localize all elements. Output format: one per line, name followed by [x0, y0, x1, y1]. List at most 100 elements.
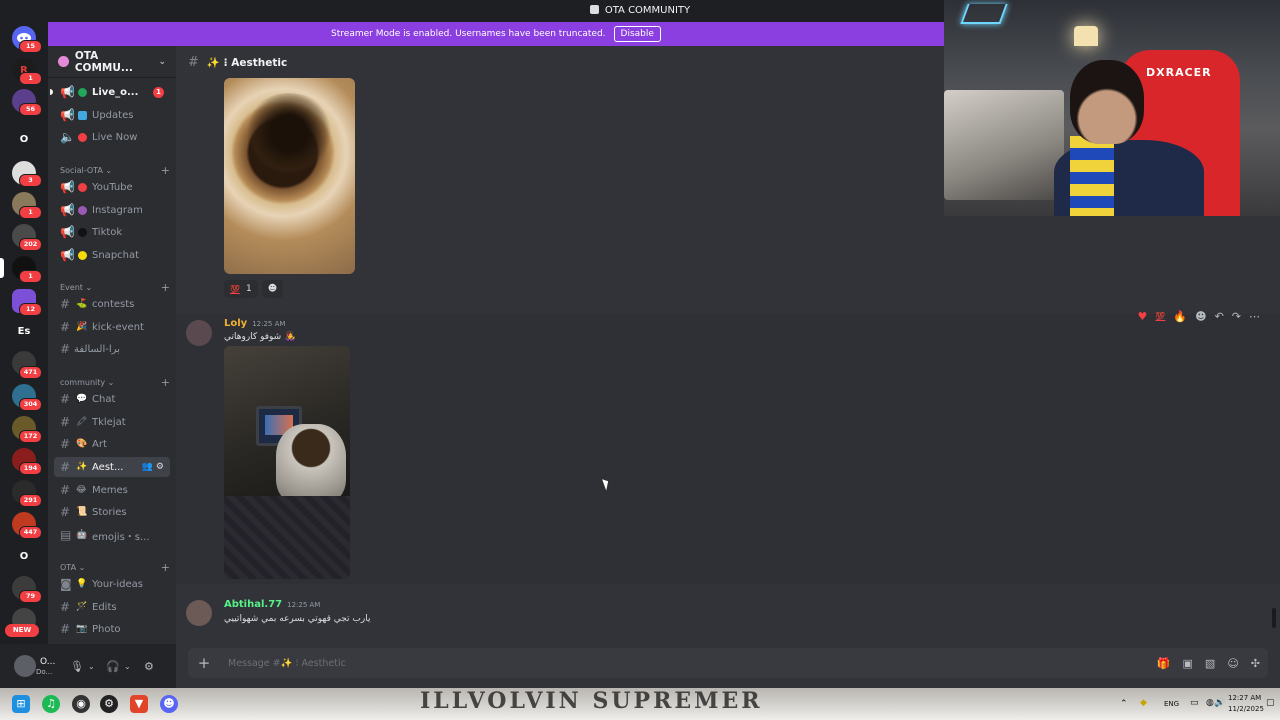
reply-icon[interactable]: ↶	[1215, 310, 1224, 323]
category-ota[interactable]: OTA ⌄ +	[60, 561, 170, 574]
user-panel: O... Do... 🎙 ⌄ 🎧 ⌄ ⚙	[0, 644, 176, 688]
tray-app-icon[interactable]: ◆	[1140, 698, 1147, 708]
coffee-laptop-image-attachment[interactable]	[224, 346, 350, 579]
fire-icon[interactable]: 🔥	[1173, 310, 1187, 323]
channel-updates[interactable]: 📢 Updates	[54, 105, 170, 125]
notifications-icon[interactable]: ▢	[1266, 698, 1275, 708]
headphones-icon[interactable]: 🎧	[106, 660, 120, 673]
clock-time[interactable]: 12:27 AM	[1228, 694, 1261, 702]
message-loly[interactable]: Loly 12:25 AM 👩‍🎤 شوفو كاروهاتي ♥ 💯 🔥 ☻ ↶…	[176, 310, 1280, 584]
network-icon[interactable]: ◍	[1206, 698, 1214, 708]
channel-your-ideas[interactable]: ◙ 💡 Your-ideas	[54, 574, 170, 594]
add-channel-icon[interactable]: +	[161, 281, 170, 294]
forward-icon[interactable]: ↷	[1232, 310, 1241, 323]
sparkles-icon: ✨	[76, 462, 88, 472]
channel-live-now[interactable]: 🔈 Live Now	[54, 127, 170, 147]
microphone-icon[interactable]: 🎙	[70, 660, 84, 673]
channel-stories[interactable]: # 📜 Stories	[54, 502, 170, 522]
gif-icon[interactable]: ▣	[1183, 657, 1193, 670]
apps-icon[interactable]: ✣	[1251, 657, 1260, 670]
more-options-icon[interactable]: ⋯	[1249, 310, 1260, 323]
chevron-up-icon[interactable]: ⌃	[1120, 699, 1128, 709]
bed-image	[944, 90, 1064, 200]
server-header[interactable]: OTA COMMU... ⌄	[48, 46, 176, 78]
server-icon	[58, 56, 69, 67]
emoji-icon[interactable]: ☺	[1227, 657, 1238, 670]
avatar[interactable]	[14, 655, 36, 677]
clock-date[interactable]: 11/2/2025	[1228, 705, 1264, 713]
channel-offtopic[interactable]: # برا-السالفة	[54, 339, 170, 359]
category-event[interactable]: Event ⌄ +	[60, 281, 170, 294]
server-icon[interactable]: O	[12, 127, 36, 151]
channel-edits[interactable]: # 🪄 Edits	[54, 597, 170, 617]
obs-icon[interactable]: ◉	[72, 695, 90, 713]
channel-instagram[interactable]: 📢 Instagram	[54, 200, 170, 220]
channel-aesthetic[interactable]: # ✨ Aest... 👥 ⚙	[54, 457, 170, 477]
sticker-icon[interactable]: ▧	[1205, 657, 1215, 670]
new-badge: NEW	[5, 624, 39, 637]
reaction-100[interactable]: 💯 1	[224, 280, 258, 298]
channel-name: برا-السالفة	[74, 343, 120, 355]
gear-icon[interactable]: ⚙	[156, 462, 164, 472]
server-icon[interactable]: Es	[12, 319, 36, 343]
brave-icon[interactable]: ▼	[130, 695, 148, 713]
gift-icon[interactable]: 🎁	[1157, 657, 1171, 670]
hundred-icon[interactable]: 💯	[1155, 312, 1165, 321]
neon-sign-image	[960, 4, 1008, 24]
add-reaction-button[interactable]: ☻	[261, 280, 284, 298]
scrollbar[interactable]	[1272, 608, 1276, 628]
message-timestamp: 12:25 AM	[287, 601, 321, 609]
gear-icon[interactable]: ⚙	[144, 660, 154, 673]
channel-youtube[interactable]: 📢 YouTube	[54, 177, 170, 197]
user-info[interactable]: O... Do...	[36, 657, 55, 676]
language-indicator[interactable]: ENG	[1164, 700, 1179, 708]
coffee-image-attachment[interactable]	[224, 78, 355, 274]
forum-icon: ▤	[60, 528, 72, 542]
category-social-ota[interactable]: Social-OTA ⌄ +	[60, 164, 170, 177]
spotify-icon[interactable]: ♫	[42, 695, 60, 713]
golf-flag-icon: ⛳	[76, 299, 88, 309]
discord-taskbar-icon[interactable]: ☻	[160, 695, 178, 713]
scarf-image	[1070, 136, 1114, 216]
chevron-down-icon[interactable]: ⌄	[88, 662, 95, 671]
avatar[interactable]	[186, 320, 212, 346]
channel-contests[interactable]: # ⛳ contests	[54, 294, 170, 314]
message-input[interactable]: Message #✨ ⁝ Aesthetic	[228, 658, 346, 669]
channel-live[interactable]: 📢 Live_o... 1	[54, 82, 170, 102]
chevron-down-icon[interactable]: ⌄	[124, 662, 131, 671]
channel-chat[interactable]: # 💬 Chat	[54, 389, 170, 409]
add-channel-icon[interactable]: +	[161, 376, 170, 389]
channel-memes[interactable]: # 😂 Memes	[54, 480, 170, 500]
disable-streamer-mode-button[interactable]: Disable	[613, 26, 661, 42]
add-channel-icon[interactable]: +	[161, 164, 170, 177]
invite-icon[interactable]: 👥	[142, 462, 153, 472]
channel-tklejat[interactable]: # 🖍 Tklejat	[54, 412, 170, 432]
add-channel-icon[interactable]: +	[161, 561, 170, 574]
monitor-icon[interactable]: ▭	[1190, 698, 1199, 708]
volume-icon[interactable]: 🔊	[1214, 698, 1225, 708]
message-author[interactable]: Abtihal.77 12:25 AM	[224, 599, 320, 610]
channel-name: Updates	[92, 109, 134, 121]
avatar[interactable]	[186, 600, 212, 626]
category-community[interactable]: community ⌄ +	[60, 376, 170, 389]
channel-snapchat[interactable]: 📢 Snapchat	[54, 245, 170, 265]
speaker-icon: 🔈	[60, 130, 75, 144]
channel-name: Art	[92, 438, 107, 450]
message-abtihal[interactable]: Abtihal.77 12:25 AM يارب تجي قهوتي بسرعه …	[176, 594, 1280, 634]
steam-icon[interactable]: ⚙	[100, 695, 118, 713]
channel-photo[interactable]: # 📷 Photo	[54, 619, 170, 639]
channel-title: ✨ ⁝ Aesthetic	[206, 56, 288, 69]
channel-kick-event[interactable]: # 🎉 kick-event	[54, 317, 170, 337]
server-badge: 172	[19, 430, 42, 443]
windows-start-icon[interactable]: ⊞	[12, 695, 30, 713]
server-icon[interactable]: O	[12, 544, 36, 568]
channel-tiktok[interactable]: 📢 Tiktok	[54, 222, 170, 242]
channel-name: contests	[92, 298, 135, 310]
add-reaction-icon[interactable]: ☻	[1195, 310, 1206, 323]
channel-emojis[interactable]: ▤ 🤖 emojis・s...	[54, 525, 170, 545]
channel-art[interactable]: # 🎨 Art	[54, 434, 170, 454]
attach-plus-icon[interactable]: +	[192, 654, 216, 672]
cup-image	[276, 424, 346, 504]
heart-icon[interactable]: ♥	[1138, 310, 1148, 323]
message-author[interactable]: Loly 12:25 AM	[224, 318, 285, 329]
